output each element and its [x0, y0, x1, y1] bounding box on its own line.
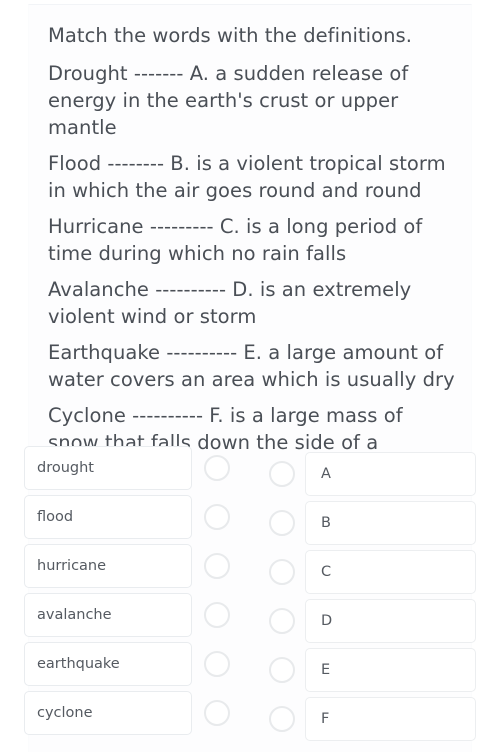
- letter-option-a[interactable]: A: [305, 452, 476, 496]
- word-label: cyclone: [37, 704, 93, 721]
- word-option-avalanche[interactable]: avalanche: [24, 593, 192, 637]
- radio-letter-b[interactable]: [269, 510, 295, 536]
- match-row: hurricane C: [0, 544, 500, 594]
- radio-letter-d[interactable]: [269, 608, 295, 634]
- radio-letter-f[interactable]: [269, 706, 295, 732]
- word-option-cyclone[interactable]: cyclone: [24, 691, 192, 735]
- radio-letter-e[interactable]: [269, 657, 295, 683]
- radio-word-avalanche[interactable]: [204, 602, 230, 628]
- exercise-page: Match the words with the definitions. Dr…: [0, 0, 500, 752]
- letter-option-b[interactable]: B: [305, 501, 476, 545]
- letter-option-d[interactable]: D: [305, 599, 476, 643]
- match-row: drought A: [0, 446, 500, 496]
- letter-option-e[interactable]: E: [305, 648, 476, 692]
- radio-word-hurricane[interactable]: [204, 553, 230, 579]
- match-row: flood B: [0, 495, 500, 545]
- letter-label: C: [321, 563, 332, 580]
- word-label: flood: [37, 508, 74, 525]
- letter-label: A: [321, 465, 331, 482]
- letter-option-f[interactable]: F: [305, 697, 476, 741]
- radio-word-drought[interactable]: [204, 455, 230, 481]
- definition-line-a: Drought ------- A. a sudden release of e…: [48, 62, 409, 139]
- word-label: drought: [37, 459, 94, 476]
- word-option-flood[interactable]: flood: [24, 495, 192, 539]
- word-label: earthquake: [37, 655, 120, 672]
- radio-word-flood[interactable]: [204, 504, 230, 530]
- definition-line-b: Flood -------- B. is a violent tropical …: [48, 152, 446, 202]
- match-row: earthquake E: [0, 642, 500, 692]
- letter-label: D: [321, 612, 333, 629]
- radio-letter-a[interactable]: [269, 461, 295, 487]
- definition-line-d: Avalanche ---------- D. is an extremely …: [48, 278, 412, 328]
- radio-word-cyclone[interactable]: [204, 700, 230, 726]
- letter-label: E: [321, 661, 331, 678]
- radio-letter-c[interactable]: [269, 559, 295, 585]
- match-row: cyclone F: [0, 691, 500, 741]
- word-label: avalanche: [37, 606, 112, 623]
- matching-rows: drought A flood B hurricane C avalanche …: [0, 446, 500, 741]
- word-option-hurricane[interactable]: hurricane: [24, 544, 192, 588]
- word-option-drought[interactable]: drought: [24, 446, 192, 490]
- question-text-block: Match the words with the definitions. Dr…: [48, 22, 456, 492]
- letter-label: B: [321, 514, 331, 531]
- word-option-earthquake[interactable]: earthquake: [24, 642, 192, 686]
- letter-label: F: [321, 710, 330, 727]
- definition-line-e: Earthquake ---------- E. a large amount …: [48, 341, 455, 391]
- instruction-text: Match the words with the definitions.: [48, 24, 412, 47]
- definition-line-c: Hurricane --------- C. is a long period …: [48, 215, 423, 265]
- letter-option-c[interactable]: C: [305, 550, 476, 594]
- word-label: hurricane: [37, 557, 107, 574]
- radio-word-earthquake[interactable]: [204, 651, 230, 677]
- match-row: avalanche D: [0, 593, 500, 643]
